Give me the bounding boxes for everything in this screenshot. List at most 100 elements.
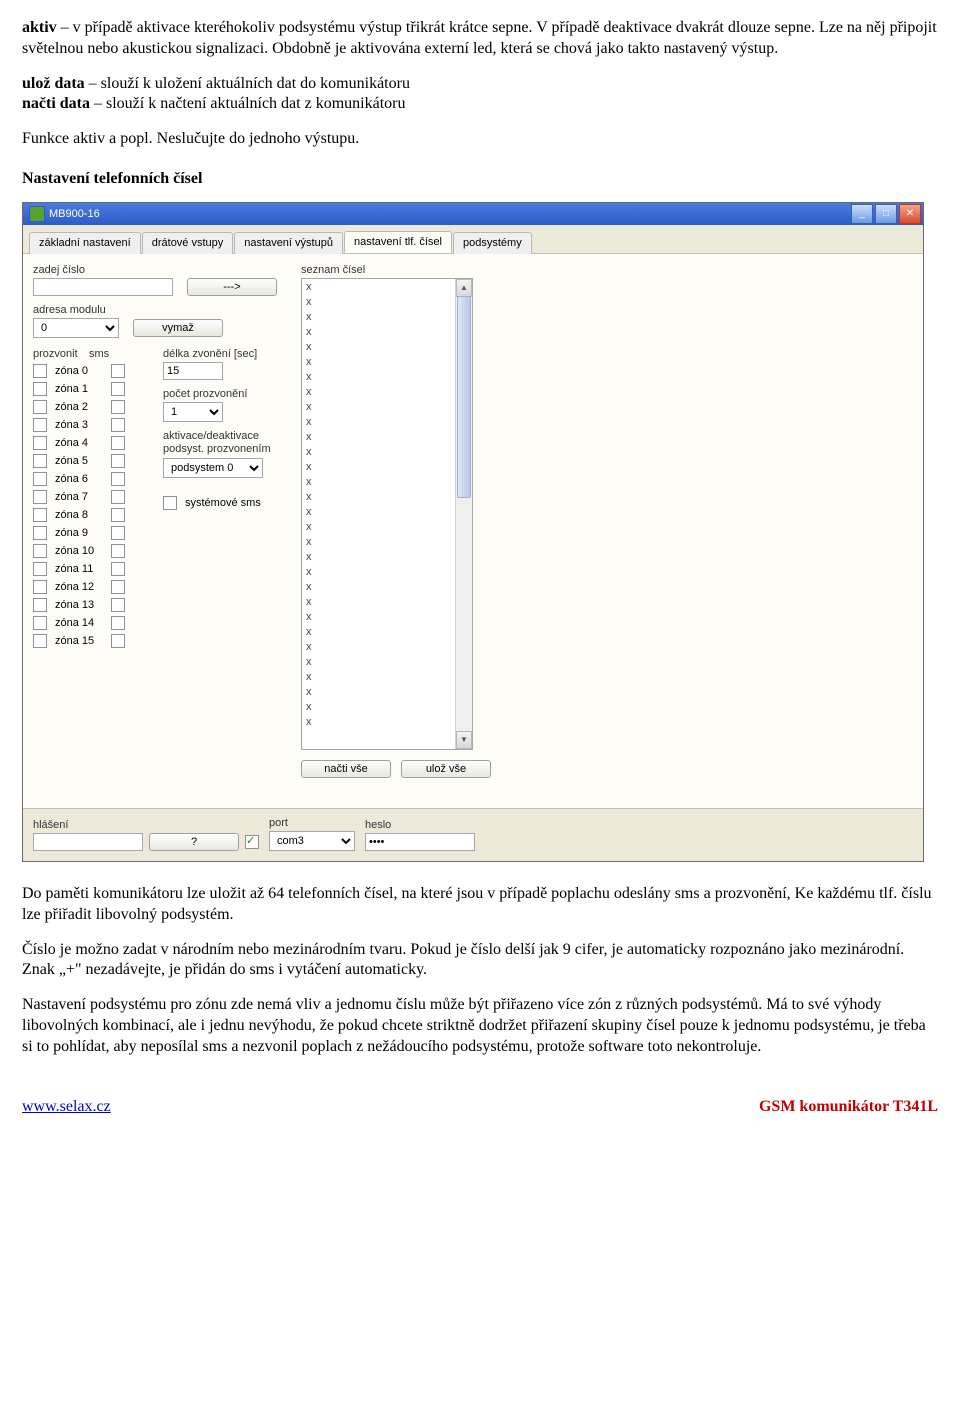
checkbox-prozvonit-13[interactable]	[33, 598, 47, 612]
minimize-button[interactable]: _	[851, 204, 873, 224]
maximize-button[interactable]: □	[875, 204, 897, 224]
checkbox-sms-3[interactable]	[111, 418, 125, 432]
tab-nastaveni-vystupu[interactable]: nastavení výstupů	[234, 232, 343, 254]
ready-checkbox[interactable]	[245, 835, 259, 849]
label-sms: sms	[89, 348, 137, 360]
input-heslo[interactable]	[365, 833, 475, 851]
checkbox-sms-13[interactable]	[111, 598, 125, 612]
tab-zakladni-nastaveni[interactable]: základní nastavení	[29, 232, 141, 254]
checkbox-sms-6[interactable]	[111, 472, 125, 486]
list-item[interactable]: x	[304, 625, 470, 640]
select-adresa-modulu[interactable]: 0	[33, 318, 119, 338]
scrollbar[interactable]: ▲ ▼	[455, 279, 472, 749]
list-item[interactable]: x	[304, 505, 470, 520]
close-button[interactable]: ✕	[899, 204, 921, 224]
list-item[interactable]: x	[304, 700, 470, 715]
listbox-seznam-cisel[interactable]: xxxxxxxxxxxxxxxxxxxxxxxxxxxxxx ▲ ▼	[301, 278, 473, 750]
label-systemove-sms: systémové sms	[185, 497, 261, 509]
checkbox-sms-9[interactable]	[111, 526, 125, 540]
app-window: MB900-16 _ □ ✕ základní nastavení drátov…	[22, 202, 924, 862]
list-item[interactable]: x	[304, 415, 470, 430]
checkbox-prozvonit-6[interactable]	[33, 472, 47, 486]
tab-nastaveni-tlf-cisel[interactable]: nastavení tlf. čísel	[344, 231, 452, 253]
list-item[interactable]: x	[304, 490, 470, 505]
input-delka-zvoneni[interactable]	[163, 362, 223, 380]
checkbox-sms-7[interactable]	[111, 490, 125, 504]
list-item[interactable]: x	[304, 565, 470, 580]
list-item[interactable]: x	[304, 550, 470, 565]
list-item[interactable]: x	[304, 610, 470, 625]
checkbox-systemove-sms[interactable]	[163, 496, 177, 510]
list-item[interactable]: x	[304, 370, 470, 385]
vymaz-button[interactable]: vymaž	[133, 319, 223, 337]
list-item[interactable]: x	[304, 460, 470, 475]
help-button[interactable]: ?	[149, 833, 239, 851]
select-podsystem[interactable]: podsystem 0	[163, 458, 263, 478]
checkbox-prozvonit-15[interactable]	[33, 634, 47, 648]
list-item[interactable]: x	[304, 520, 470, 535]
list-item[interactable]: x	[304, 310, 470, 325]
list-item[interactable]: x	[304, 340, 470, 355]
checkbox-prozvonit-7[interactable]	[33, 490, 47, 504]
add-button[interactable]: --->	[187, 278, 277, 296]
select-port[interactable]: com3	[269, 831, 355, 851]
list-item[interactable]: x	[304, 685, 470, 700]
checkbox-sms-0[interactable]	[111, 364, 125, 378]
checkbox-prozvonit-4[interactable]	[33, 436, 47, 450]
zone-label: zóna 6	[55, 473, 103, 485]
list-item[interactable]: x	[304, 715, 470, 730]
checkbox-prozvonit-0[interactable]	[33, 364, 47, 378]
list-item[interactable]: x	[304, 385, 470, 400]
zone-label: zóna 9	[55, 527, 103, 539]
scroll-up-button[interactable]: ▲	[456, 279, 472, 297]
list-item[interactable]: x	[304, 325, 470, 340]
zone-row: zóna 0	[33, 364, 163, 378]
checkbox-sms-10[interactable]	[111, 544, 125, 558]
checkbox-prozvonit-8[interactable]	[33, 508, 47, 522]
checkbox-sms-1[interactable]	[111, 382, 125, 396]
checkbox-prozvonit-11[interactable]	[33, 562, 47, 576]
tab-podsystemy[interactable]: podsystémy	[453, 232, 532, 254]
uloz-vse-button[interactable]: ulož vše	[401, 760, 491, 778]
list-item[interactable]: x	[304, 655, 470, 670]
scroll-thumb[interactable]	[457, 296, 471, 498]
checkbox-sms-4[interactable]	[111, 436, 125, 450]
checkbox-prozvonit-5[interactable]	[33, 454, 47, 468]
checkbox-sms-11[interactable]	[111, 562, 125, 576]
list-item[interactable]: x	[304, 280, 470, 295]
checkbox-prozvonit-9[interactable]	[33, 526, 47, 540]
checkbox-sms-8[interactable]	[111, 508, 125, 522]
list-item[interactable]: x	[304, 400, 470, 415]
input-hlaseni[interactable]	[33, 833, 143, 851]
checkbox-prozvonit-3[interactable]	[33, 418, 47, 432]
list-item[interactable]: x	[304, 640, 470, 655]
nacti-vse-button[interactable]: načti vše	[301, 760, 391, 778]
list-item[interactable]: x	[304, 535, 470, 550]
list-item[interactable]: x	[304, 475, 470, 490]
checkbox-prozvonit-14[interactable]	[33, 616, 47, 630]
list-item[interactable]: x	[304, 355, 470, 370]
paragraph-5: Do paměti komunikátoru lze uložit až 64 …	[22, 884, 938, 926]
input-zadej-cislo[interactable]	[33, 278, 173, 296]
list-item[interactable]: x	[304, 580, 470, 595]
checkbox-sms-2[interactable]	[111, 400, 125, 414]
list-item[interactable]: x	[304, 430, 470, 445]
scroll-down-button[interactable]: ▼	[456, 731, 472, 749]
label-zadej-cislo: zadej číslo	[33, 264, 293, 276]
footer-link[interactable]: www.selax.cz	[22, 1098, 111, 1116]
list-item[interactable]: x	[304, 670, 470, 685]
checkbox-prozvonit-1[interactable]	[33, 382, 47, 396]
checkbox-prozvonit-12[interactable]	[33, 580, 47, 594]
checkbox-sms-14[interactable]	[111, 616, 125, 630]
checkbox-prozvonit-10[interactable]	[33, 544, 47, 558]
list-item[interactable]: x	[304, 445, 470, 460]
list-item[interactable]: x	[304, 595, 470, 610]
checkbox-prozvonit-2[interactable]	[33, 400, 47, 414]
zone-label: zóna 15	[55, 635, 103, 647]
tab-dratove-vstupy[interactable]: drátové vstupy	[142, 232, 234, 254]
select-pocet-prozvoneni[interactable]: 1	[163, 402, 223, 422]
checkbox-sms-5[interactable]	[111, 454, 125, 468]
checkbox-sms-15[interactable]	[111, 634, 125, 648]
checkbox-sms-12[interactable]	[111, 580, 125, 594]
list-item[interactable]: x	[304, 295, 470, 310]
